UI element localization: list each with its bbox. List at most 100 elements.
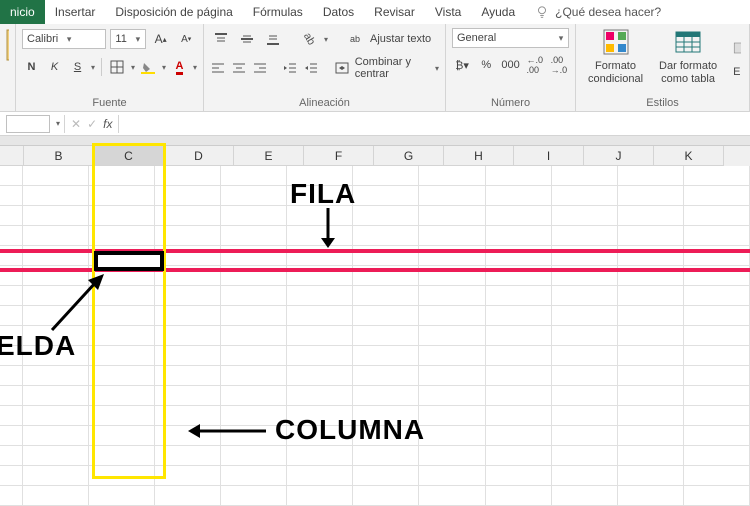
cell[interactable] (0, 426, 23, 446)
merge-button[interactable] (334, 57, 351, 79)
cell[interactable] (0, 346, 23, 366)
cell[interactable] (23, 426, 89, 446)
cell[interactable] (287, 466, 353, 486)
cell[interactable] (684, 166, 750, 186)
col-header-f[interactable]: F (304, 146, 374, 166)
cell[interactable] (684, 306, 750, 326)
cell[interactable] (221, 346, 287, 366)
formula-input[interactable] (119, 115, 750, 133)
cell[interactable] (353, 386, 419, 406)
cell[interactable] (486, 486, 552, 506)
cell[interactable] (287, 386, 353, 406)
cell[interactable] (618, 486, 684, 506)
cell[interactable] (419, 426, 485, 446)
cell[interactable] (221, 366, 287, 386)
cell[interactable] (618, 226, 684, 246)
cell[interactable] (552, 226, 618, 246)
paste-icon[interactable] (6, 28, 9, 68)
cell[interactable] (419, 446, 485, 466)
cell[interactable] (353, 166, 419, 186)
align-center-button[interactable] (231, 57, 248, 79)
cell[interactable] (0, 386, 23, 406)
cell[interactable] (684, 446, 750, 466)
number-format-combo[interactable]: General ▾ (452, 28, 569, 48)
cell[interactable] (684, 466, 750, 486)
cell[interactable] (618, 326, 684, 346)
wrap-text-button[interactable]: ab (344, 28, 366, 50)
cell[interactable] (486, 326, 552, 346)
cell[interactable] (287, 426, 353, 446)
cell[interactable] (353, 406, 419, 426)
tab-datos[interactable]: Datos (313, 0, 364, 24)
cell[interactable] (221, 446, 287, 466)
cell[interactable] (684, 406, 750, 426)
cell[interactable] (89, 486, 155, 506)
decrease-indent-button[interactable] (282, 57, 299, 79)
cell[interactable] (552, 446, 618, 466)
cell[interactable] (486, 366, 552, 386)
cell[interactable] (0, 486, 23, 506)
cell[interactable] (23, 346, 89, 366)
cell[interactable] (353, 286, 419, 306)
cell[interactable] (684, 286, 750, 306)
tab-ayuda[interactable]: Ayuda (471, 0, 525, 24)
cell[interactable] (221, 166, 287, 186)
cell[interactable] (287, 226, 353, 246)
percent-button[interactable]: % (476, 54, 496, 76)
bold-button[interactable]: N (22, 56, 41, 78)
cell[interactable] (353, 426, 419, 446)
cell[interactable] (552, 426, 618, 446)
cell[interactable] (0, 206, 23, 226)
cell[interactable] (221, 226, 287, 246)
tab-vista[interactable]: Vista (425, 0, 471, 24)
cell[interactable] (287, 366, 353, 386)
cell[interactable] (552, 166, 618, 186)
cell-styles-button[interactable]: E (727, 32, 741, 79)
cell[interactable] (221, 206, 287, 226)
cell[interactable] (552, 306, 618, 326)
align-right-button[interactable] (252, 57, 269, 79)
cell[interactable] (552, 346, 618, 366)
col-header-h[interactable]: H (444, 146, 514, 166)
col-header-e[interactable]: E (234, 146, 304, 166)
cell[interactable] (419, 286, 485, 306)
cell[interactable] (684, 366, 750, 386)
cell[interactable] (287, 206, 353, 226)
cell[interactable] (419, 186, 485, 206)
cell[interactable] (353, 466, 419, 486)
orientation-button[interactable]: ab (298, 28, 320, 50)
cell[interactable] (23, 446, 89, 466)
cell[interactable] (486, 446, 552, 466)
cell[interactable] (486, 226, 552, 246)
tab-insertar[interactable]: Insertar (45, 0, 106, 24)
cell[interactable] (684, 426, 750, 446)
cell[interactable] (419, 326, 485, 346)
cell[interactable] (287, 346, 353, 366)
align-top-button[interactable] (210, 28, 232, 50)
cell[interactable] (287, 406, 353, 426)
name-box[interactable] (6, 115, 50, 133)
increase-font-button[interactable]: A▴ (150, 28, 172, 50)
cell[interactable] (23, 306, 89, 326)
cell[interactable] (486, 406, 552, 426)
cell[interactable] (552, 386, 618, 406)
cell[interactable] (353, 346, 419, 366)
cell[interactable] (0, 166, 23, 186)
cell[interactable] (353, 446, 419, 466)
cell[interactable] (618, 466, 684, 486)
tab-inicio[interactable]: nicio (0, 0, 45, 24)
cell[interactable] (684, 326, 750, 346)
cell[interactable] (684, 346, 750, 366)
font-color-button[interactable]: A (170, 56, 189, 78)
cell[interactable] (353, 306, 419, 326)
cell[interactable] (419, 386, 485, 406)
col-header-g[interactable]: G (374, 146, 444, 166)
cell[interactable] (221, 286, 287, 306)
cell[interactable] (23, 406, 89, 426)
cell[interactable] (419, 346, 485, 366)
cell[interactable] (287, 286, 353, 306)
font-size-combo[interactable]: 11 ▾ (110, 29, 145, 49)
italic-button[interactable]: K (45, 56, 64, 78)
cell[interactable] (0, 286, 23, 306)
increase-indent-button[interactable] (303, 57, 320, 79)
